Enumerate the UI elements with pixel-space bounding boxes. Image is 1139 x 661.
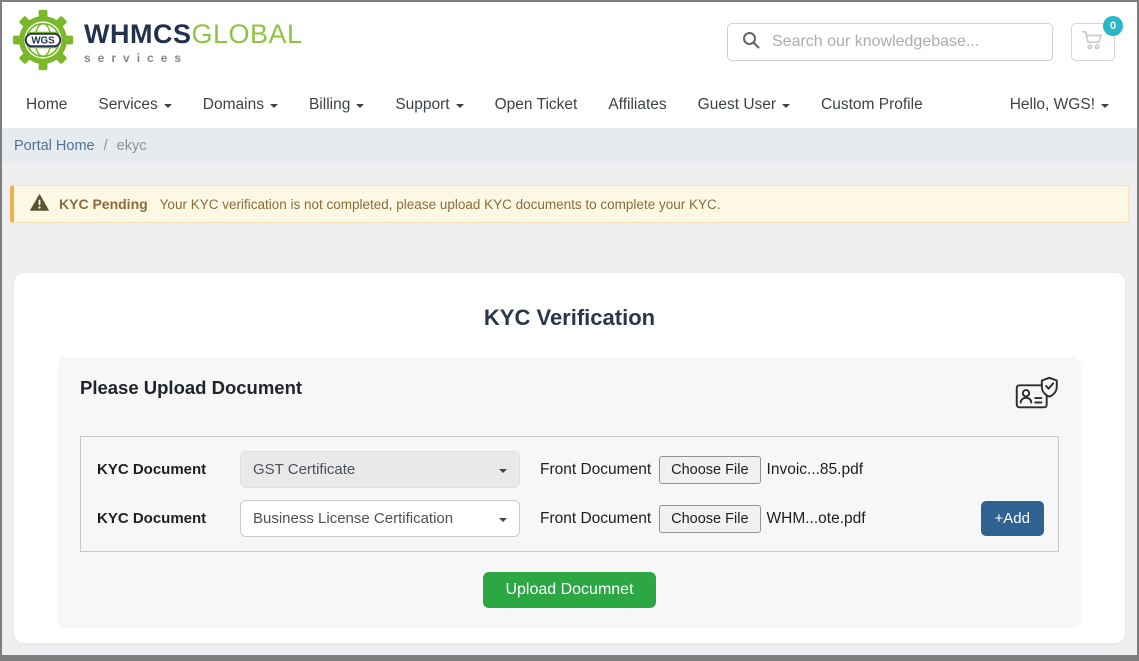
brand-name-secondary: GLOBAL [191, 19, 302, 49]
kyc-document-label: KYC Document [97, 510, 240, 527]
selected-file-name: Invoic...85.pdf [767, 461, 864, 479]
cart-button[interactable]: 0 [1071, 23, 1115, 61]
brand-text: WHMCSGLOBAL services [84, 21, 303, 64]
front-document-label: Front Document [540, 461, 651, 479]
upload-document-button[interactable]: Upload Documnet [483, 572, 655, 608]
breadcrumb-portal-home[interactable]: Portal Home [14, 138, 95, 154]
nav-item-domains[interactable]: Domains [203, 96, 278, 114]
brand-name-primary: WHMCS [84, 19, 191, 49]
caret-down-icon [456, 104, 464, 108]
nav-item-label: Custom Profile [821, 96, 923, 114]
nav-item-billing[interactable]: Billing [309, 96, 364, 114]
shopping-cart-icon [1082, 30, 1104, 55]
logo-initials: WGS [31, 35, 55, 46]
upload-document-panel: Please Upload Document KYC Document [58, 357, 1081, 628]
nav-item-affiliates[interactable]: Affiliates [608, 96, 666, 114]
kyc-document-select[interactable]: Business License Certification [240, 500, 520, 537]
caret-down-icon [499, 469, 507, 473]
page-title: KYC Verification [58, 305, 1081, 331]
choose-file-button[interactable]: Choose File [659, 505, 760, 533]
alert-title: KYC Pending [59, 196, 148, 212]
caret-down-icon [356, 104, 364, 108]
nav-item-support[interactable]: Support [395, 96, 463, 114]
kyc-pending-alert: KYC Pending Your KYC verification is not… [10, 185, 1129, 223]
header-right: 0 [727, 23, 1115, 61]
header: WGS WHMCSGLOBAL services [2, 2, 1137, 82]
warning-triangle-icon [30, 194, 49, 214]
choose-file-button[interactable]: Choose File [659, 456, 760, 484]
kyc-document-form: KYC Document GST Certificate Front Docum… [80, 436, 1059, 552]
nav-item-guest-user[interactable]: Guest User [698, 96, 790, 114]
upload-button-container: Upload Documnet [80, 572, 1059, 608]
kyc-document-row: KYC Document Business License Certificat… [97, 494, 1046, 543]
front-document-file-input: Choose File WHM...ote.pdf [659, 505, 865, 533]
selected-file-name: WHM...ote.pdf [767, 510, 866, 528]
wgs-gear-globe-logo: WGS [12, 9, 74, 76]
main-nav: Home Services Domains Billing Support Op… [2, 82, 1137, 128]
nav-item-label: Billing [309, 96, 350, 114]
breadcrumb: Portal Home / ekyc [2, 128, 1137, 163]
panel-header: Please Upload Document [80, 377, 1059, 420]
nav-item-label: Domains [203, 96, 264, 114]
search-input[interactable] [772, 33, 1038, 51]
nav-item-home[interactable]: Home [26, 96, 67, 114]
nav-item-label: Guest User [698, 96, 776, 114]
front-document-file-input: Choose File Invoic...85.pdf [659, 456, 863, 484]
select-value: Business License Certification [253, 510, 453, 527]
logo[interactable]: WGS WHMCSGLOBAL services [12, 9, 303, 76]
nav-item-custom-profile[interactable]: Custom Profile [821, 96, 923, 114]
add-row-button[interactable]: +Add [981, 501, 1044, 536]
id-verification-icon [1015, 375, 1059, 420]
breadcrumb-current: ekyc [117, 138, 147, 154]
breadcrumb-separator: / [104, 138, 108, 154]
user-menu-label: Hello, WGS! [1010, 96, 1095, 114]
alert-message: Your KYC verification is not completed, … [160, 197, 721, 212]
kyc-verification-card: KYC Verification Please Upload Document [14, 273, 1125, 643]
caret-down-icon [270, 104, 278, 108]
nav-item-open-ticket[interactable]: Open Ticket [495, 96, 578, 114]
brand-tagline: services [84, 52, 303, 64]
whmcs-client-area-page: WGS WHMCSGLOBAL services [0, 0, 1139, 661]
kyc-document-select[interactable]: GST Certificate [240, 451, 520, 488]
knowledgebase-search [727, 23, 1053, 61]
front-document-label: Front Document [540, 510, 651, 528]
caret-down-icon [782, 104, 790, 108]
nav-item-label: Support [395, 96, 449, 114]
kyc-document-label: KYC Document [97, 461, 240, 478]
caret-down-icon [1101, 104, 1109, 108]
cart-count-badge: 0 [1103, 16, 1123, 36]
nav-item-label: Home [26, 96, 67, 114]
search-icon [742, 31, 760, 54]
nav-item-label: Open Ticket [495, 96, 578, 114]
panel-title: Please Upload Document [80, 377, 302, 399]
caret-down-icon [164, 104, 172, 108]
caret-down-icon [499, 518, 507, 522]
nav-item-label: Services [98, 96, 157, 114]
nav-item-label: Affiliates [608, 96, 666, 114]
user-menu[interactable]: Hello, WGS! [1010, 96, 1109, 114]
select-value: GST Certificate [253, 461, 355, 478]
nav-item-services[interactable]: Services [98, 96, 171, 114]
kyc-document-row: KYC Document GST Certificate Front Docum… [97, 445, 1046, 494]
